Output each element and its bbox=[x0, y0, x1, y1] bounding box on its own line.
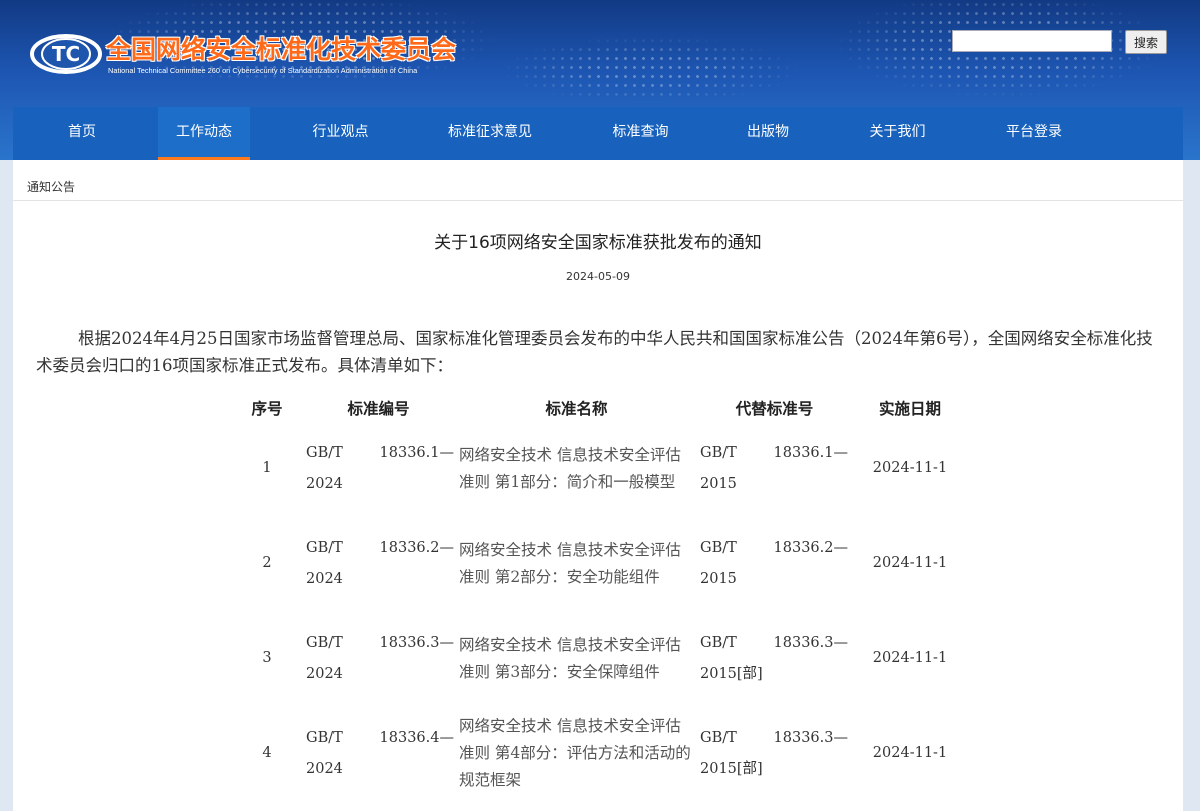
nav-item-industry-views[interactable]: 行业观点 bbox=[283, 107, 398, 160]
code-prefix: GB/T bbox=[306, 729, 343, 746]
nav-item-home[interactable]: 首页 bbox=[13, 107, 151, 160]
table-header-row: 序号 标准编号 标准名称 代替标准号 实施日期 bbox=[236, 395, 965, 421]
tc-logo-icon[interactable]: TC bbox=[28, 30, 108, 78]
standard-code: GB/T 18336.2— 2024 bbox=[298, 516, 459, 611]
code-year: 2024 bbox=[306, 570, 343, 587]
nav-item-about-us[interactable]: 关于我们 bbox=[845, 107, 950, 160]
replaced-standard: GB/T 18336.2— 2015 bbox=[694, 516, 855, 611]
header-code: 标准编号 bbox=[347, 399, 410, 418]
replaced-year: 2015[部] bbox=[700, 665, 763, 682]
nav-item-work-news[interactable]: 工作动态 bbox=[158, 107, 250, 160]
replaced-number: 18336.3— bbox=[773, 634, 848, 651]
divider bbox=[13, 200, 1183, 201]
breadcrumb[interactable]: 通知公告 bbox=[27, 178, 75, 195]
code-number: 18336.4— bbox=[379, 729, 454, 746]
effective-date: 2024-11-1 bbox=[872, 460, 948, 476]
main-content: 通知公告 关于16项网络安全国家标准获批发布的通知 2024-05-09 根据2… bbox=[13, 160, 1183, 811]
standard-name: 网络安全技术 信息技术安全评估准则 第4部分：评估方法和活动的规范框架 bbox=[459, 717, 691, 789]
replaced-standard: GB/T 18336.3— 2015[部] bbox=[694, 706, 855, 801]
nav-item-publications[interactable]: 出版物 bbox=[718, 107, 818, 160]
table-row: 3 GB/T 18336.3— 2024 网络安全技术 信息技术安全评估准则 第3部… bbox=[236, 611, 965, 706]
standard-name: 网络安全技术 信息技术安全评估准则 第3部分：安全保障组件 bbox=[459, 635, 681, 681]
effective-date: 2024-11-1 bbox=[872, 555, 948, 571]
effective-date: 2024-11-1 bbox=[872, 745, 948, 761]
standard-name: 网络安全技术 信息技术安全评估准则 第2部分：安全功能组件 bbox=[459, 540, 681, 586]
standard-code: GB/T 18336.3— 2024 bbox=[298, 611, 459, 706]
replaced-number: 18336.2— bbox=[773, 539, 848, 556]
replaced-year: 2015 bbox=[700, 475, 737, 492]
article-body: 根据2024年4月25日国家市场监督管理总局、国家标准化管理委员会发布的中华人民… bbox=[36, 329, 1153, 375]
code-number: 18336.2— bbox=[379, 539, 454, 556]
replaced-number: 18336.1— bbox=[773, 444, 848, 461]
replaced-prefix: GB/T bbox=[700, 539, 737, 556]
standard-name: 网络安全技术 信息技术安全评估准则 第1部分：简介和一般模型 bbox=[459, 445, 681, 491]
replaced-year: 2015[部] bbox=[700, 760, 763, 777]
table-row: 2 GB/T 18336.2— 2024 网络安全技术 信息技术安全评估准则 第2部… bbox=[236, 516, 965, 611]
main-nav: 首页 工作动态 行业观点 标准征求意见 标准查询 出版物 关于我们 平台登录 bbox=[13, 107, 1183, 160]
code-year: 2024 bbox=[306, 760, 343, 777]
row-number: 3 bbox=[262, 650, 272, 666]
header-replaced: 代替标准号 bbox=[735, 399, 814, 418]
replaced-number: 18336.3— bbox=[773, 729, 848, 746]
code-year: 2024 bbox=[306, 665, 343, 682]
standard-code: GB/T 18336.1— 2024 bbox=[298, 421, 459, 516]
header-date: 实施日期 bbox=[878, 399, 941, 418]
code-number: 18336.3— bbox=[379, 634, 454, 651]
table-row: 1 GB/T 18336.1— 2024 网络安全技术 信息技术安全评估准则 第1部… bbox=[236, 421, 965, 516]
standards-table: 序号 标准编号 标准名称 代替标准号 实施日期 1 GB/T 18336.1— 20… bbox=[236, 395, 965, 801]
svg-text:TC: TC bbox=[52, 42, 80, 66]
table-row: 4 GB/T 18336.4— 2024 网络安全技术 信息技术安全评估准则 第4部… bbox=[236, 706, 965, 801]
replaced-prefix: GB/T bbox=[700, 729, 737, 746]
header-no: 序号 bbox=[251, 399, 283, 418]
article-date: 2024-05-09 bbox=[566, 270, 630, 283]
article-title: 关于16项网络安全国家标准获批发布的通知 bbox=[434, 233, 762, 253]
code-prefix: GB/T bbox=[306, 444, 343, 461]
replaced-prefix: GB/T bbox=[700, 444, 737, 461]
code-prefix: GB/T bbox=[306, 634, 343, 651]
row-number: 4 bbox=[262, 745, 272, 761]
page: TC 全国网络安全标准化技术委员会 National Technical Com… bbox=[0, 0, 1200, 811]
replaced-year: 2015 bbox=[700, 570, 737, 587]
nav-item-standard-comments[interactable]: 标准征求意见 bbox=[420, 107, 560, 160]
effective-date: 2024-11-1 bbox=[872, 650, 948, 666]
code-prefix: GB/T bbox=[306, 539, 343, 556]
search-input[interactable] bbox=[952, 30, 1112, 52]
nav-item-platform-login[interactable]: 平台登录 bbox=[980, 107, 1088, 160]
row-number: 2 bbox=[262, 555, 272, 571]
standard-code: GB/T 18336.4— 2024 bbox=[298, 706, 459, 801]
site-subtitle: National Technical Committee 260 on Cybe… bbox=[108, 66, 418, 75]
code-year: 2024 bbox=[306, 475, 343, 492]
replaced-prefix: GB/T bbox=[700, 634, 737, 651]
header-name: 标准名称 bbox=[545, 399, 608, 418]
replaced-standard: GB/T 18336.3— 2015[部] bbox=[694, 611, 855, 706]
search-button[interactable]: 搜索 bbox=[1125, 30, 1167, 54]
site-title[interactable]: 全国网络安全标准化技术委员会 bbox=[106, 30, 456, 66]
code-number: 18336.1— bbox=[379, 444, 454, 461]
row-number: 1 bbox=[262, 460, 272, 476]
replaced-standard: GB/T 18336.1— 2015 bbox=[694, 421, 855, 516]
nav-item-standard-search[interactable]: 标准查询 bbox=[583, 107, 698, 160]
